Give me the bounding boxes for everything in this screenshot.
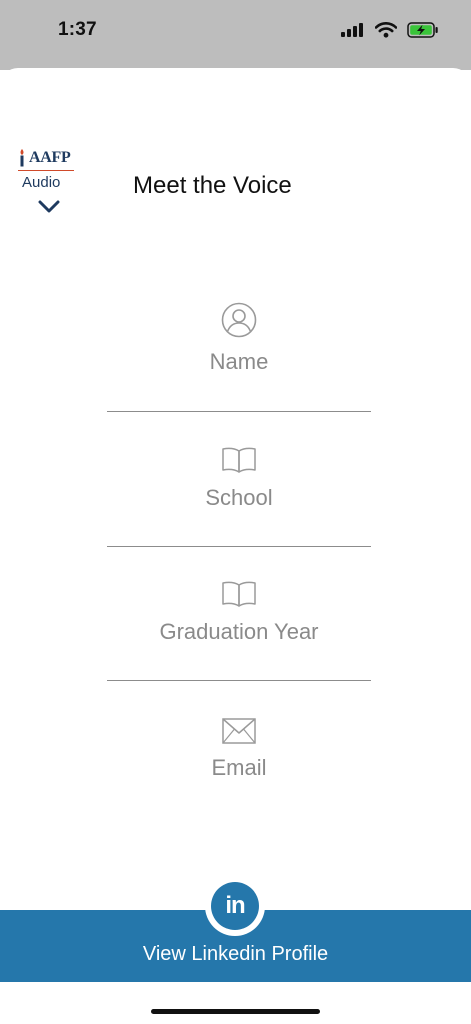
battery-charging-icon [407, 22, 439, 43]
divider [107, 680, 371, 681]
status-time: 1:37 [58, 19, 97, 40]
view-linkedin-label: View Linkedin Profile [142, 943, 329, 965]
linkedin-icon: in [211, 882, 259, 930]
home-indicator [151, 1009, 320, 1014]
signal-icon [341, 23, 365, 42]
mail-icon [107, 718, 371, 749]
school-field: School [107, 446, 371, 511]
divider [107, 546, 371, 547]
chevron-down-icon[interactable] [38, 200, 60, 214]
name-field: Name [107, 302, 371, 375]
logo-divider [18, 170, 74, 171]
status-icons [341, 22, 439, 43]
linkedin-badge[interactable]: in [205, 876, 265, 936]
aafp-audio-logo[interactable]: AAFP Audio [18, 148, 80, 218]
logo-subtitle: Audio [22, 174, 61, 191]
graduation-year-label: Graduation Year [159, 619, 319, 644]
email-field: Email [107, 718, 371, 781]
torch-icon [18, 149, 26, 167]
status-bar: 1:37 [0, 0, 471, 70]
wifi-icon [374, 22, 398, 43]
user-icon [107, 302, 371, 343]
graduation-year-field: Graduation Year [107, 580, 371, 645]
page-title: Meet the Voice [133, 172, 292, 199]
name-label: Name [209, 349, 269, 374]
divider [107, 411, 371, 412]
modal-sheet: AAFP Audio Meet the Voice Name School Gr… [0, 68, 471, 1024]
book-icon [107, 446, 371, 479]
logo-text: AAFP [29, 149, 71, 166]
email-label: Email [211, 755, 267, 780]
book-icon [107, 580, 371, 613]
school-label: School [205, 485, 273, 510]
